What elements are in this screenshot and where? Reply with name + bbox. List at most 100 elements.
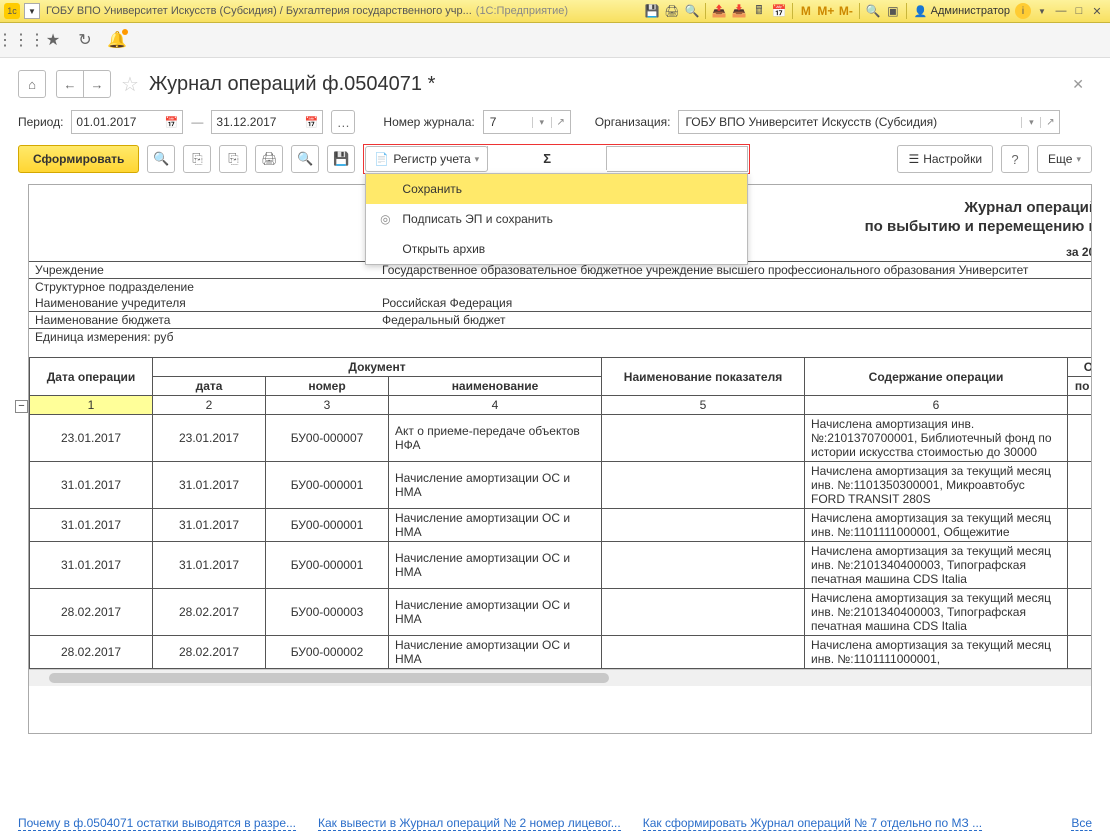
- calendar-icon[interactable]: 📅: [770, 2, 788, 20]
- menu-sign[interactable]: ◎Подписать ЭП и сохранить: [366, 204, 747, 234]
- open-icon: ↗: [551, 117, 570, 128]
- tool2-icon[interactable]: 📥: [730, 2, 748, 20]
- tool-a-button[interactable]: ⎘: [183, 145, 211, 173]
- table-row[interactable]: 28.02.201728.02.2017БУ00-000003Начислени…: [30, 589, 1093, 636]
- th-debit: по дебе: [1068, 377, 1093, 396]
- print-icon[interactable]: 🖨: [663, 2, 681, 20]
- chevron-down-icon: ▾: [475, 154, 480, 165]
- favorite-icon[interactable]: ☆: [121, 72, 139, 97]
- table-row[interactable]: 23.01.201723.01.2017БУ00-000007Акт о при…: [30, 415, 1093, 462]
- journal-num-label: Номер журнала:: [383, 115, 474, 129]
- gear-icon: ☰: [908, 152, 919, 166]
- save-icon[interactable]: 💾: [643, 2, 661, 20]
- chevron-down-icon: ▾: [1021, 117, 1040, 128]
- org-label: Организация:: [595, 115, 671, 129]
- forward-button[interactable]: →: [83, 70, 111, 98]
- h-scrollbar[interactable]: [29, 669, 1091, 686]
- doc-icon: 📄: [374, 152, 389, 166]
- footer-all[interactable]: Все: [1071, 816, 1092, 831]
- th-op-date: Дата операции: [30, 358, 153, 396]
- founder-value: Российская Федерация: [376, 295, 1092, 311]
- apps-icon[interactable]: ⋮⋮⋮: [12, 31, 30, 49]
- footer-links: Почему в ф.0504071 остатки выводятся в р…: [18, 816, 1092, 831]
- info-dd-icon[interactable]: ▼: [1033, 2, 1051, 20]
- table-row[interactable]: 31.01.201731.01.2017БУ00-000001Начислени…: [30, 462, 1093, 509]
- tool-b-button[interactable]: ⎘: [219, 145, 247, 173]
- m-icon[interactable]: M: [797, 2, 815, 20]
- inst-label: Учреждение: [29, 262, 376, 278]
- minimize-button[interactable]: —: [1052, 3, 1070, 19]
- calc-icon[interactable]: 🖩: [750, 2, 768, 20]
- preview2-button[interactable]: 🔍: [291, 145, 319, 173]
- bell-icon[interactable]: 🔔: [108, 31, 126, 49]
- date-to-input[interactable]: 31.12.2017📅: [211, 110, 323, 134]
- th-doc-date: дата: [153, 377, 266, 396]
- org-select[interactable]: ГОБУ ВПО Университет Искусств (Субсидия)…: [678, 110, 1060, 134]
- action-row: Сформировать 🔍 ⎘ ⎘ 🖨 🔍 💾 📄 Регистр учета…: [0, 140, 1110, 184]
- search-button[interactable]: 🔍: [147, 145, 175, 173]
- title-bar: 1c ▼ ГОБУ ВПО Университет Искусств (Субс…: [0, 0, 1110, 23]
- table-row[interactable]: 31.01.201731.01.2017БУ00-000001Начислени…: [30, 509, 1093, 542]
- star-icon[interactable]: ★: [44, 31, 62, 49]
- date-from-input[interactable]: 01.01.2017📅: [71, 110, 183, 134]
- window-subtitle: (1С:Предприятие): [476, 5, 568, 17]
- journal-num-select[interactable]: 7▾↗: [483, 110, 571, 134]
- zoom-icon[interactable]: 🔍: [864, 2, 882, 20]
- collapse-handle[interactable]: −: [15, 400, 28, 413]
- table-row[interactable]: 31.01.201731.01.2017БУ00-000001Начислени…: [30, 542, 1093, 589]
- register-button[interactable]: 📄 Регистр учета ▾: [365, 146, 488, 172]
- report-table: Дата операции Документ Наименование пока…: [29, 357, 1092, 669]
- report-area[interactable]: Журнал операций № по выбытию и перемещен…: [28, 184, 1092, 734]
- footer-link-2[interactable]: Как вывести в Журнал операций № 2 номер …: [318, 816, 621, 831]
- th-indicator: Наименование показателя: [602, 358, 805, 396]
- th-doc-name: наименование: [389, 377, 602, 396]
- history-icon[interactable]: ↻: [76, 31, 94, 49]
- panel-icon[interactable]: ▣: [884, 2, 902, 20]
- app-logo-icon: 1c: [4, 3, 20, 19]
- chevron-down-icon: ▾: [532, 117, 551, 128]
- print2-button[interactable]: 🖨: [255, 145, 283, 173]
- back-button[interactable]: ←: [56, 70, 83, 98]
- filter-row: Период: 01.01.2017📅 — 31.12.2017📅 … Номе…: [0, 104, 1110, 140]
- menu-save[interactable]: Сохранить: [366, 174, 747, 204]
- th-doc-num: номер: [266, 377, 389, 396]
- m-minus-icon[interactable]: M-: [837, 2, 855, 20]
- title-dropdown-icon[interactable]: ▼: [24, 3, 40, 19]
- info-icon[interactable]: i: [1015, 3, 1031, 19]
- preview-icon[interactable]: 🔍: [683, 2, 701, 20]
- stamp-icon: ◎: [378, 212, 392, 226]
- calendar-icon: 📅: [165, 116, 179, 129]
- settings-button[interactable]: ☰Настройки: [897, 145, 993, 173]
- period-label: Период:: [18, 115, 63, 129]
- save2-button[interactable]: 💾: [327, 145, 355, 173]
- table-row[interactable]: 28.02.201728.02.2017БУ00-000002Начислени…: [30, 636, 1093, 669]
- user-label[interactable]: 👤Администратор: [914, 5, 1010, 18]
- register-menu: Сохранить ◎Подписать ЭП и сохранить Откр…: [365, 173, 748, 265]
- chevron-down-icon: ▾: [1076, 154, 1081, 165]
- footer-link-1[interactable]: Почему в ф.0504071 остатки выводятся в р…: [18, 816, 296, 831]
- tool1-icon[interactable]: 📤: [710, 2, 728, 20]
- budget-label: Наименование бюджета: [29, 312, 376, 328]
- help-button[interactable]: ?: [1001, 145, 1029, 173]
- menu-archive[interactable]: Открыть архив: [366, 234, 747, 264]
- budget-value: Федеральный бюджет: [376, 312, 1092, 328]
- founder-label: Наименование учредителя: [29, 295, 376, 311]
- th-balance: Оста: [1068, 358, 1093, 377]
- footer-link-3[interactable]: Как сформировать Журнал операций № 7 отд…: [643, 816, 982, 831]
- col-numbers-row: 1234567: [30, 396, 1093, 415]
- maximize-button[interactable]: □: [1070, 3, 1088, 19]
- close-window-button[interactable]: ✕: [1088, 3, 1106, 19]
- period-picker-button[interactable]: …: [331, 110, 355, 134]
- more-button[interactable]: Еще▾: [1037, 145, 1092, 173]
- close-tab-button[interactable]: ✕: [1072, 76, 1092, 93]
- dept-label: Структурное подразделение: [29, 279, 376, 295]
- th-doc: Документ: [153, 358, 602, 377]
- sum-display: [607, 146, 748, 172]
- m-plus-icon[interactable]: M+: [817, 2, 835, 20]
- unit-label: Единица измерения: руб: [29, 329, 376, 345]
- home-button[interactable]: ⌂: [18, 70, 46, 98]
- page-title: Журнал операций ф.0504071 *: [149, 73, 435, 96]
- sigma-button[interactable]: Σ: [487, 146, 607, 170]
- form-button[interactable]: Сформировать: [18, 145, 139, 173]
- th-content: Содержание операции: [805, 358, 1068, 396]
